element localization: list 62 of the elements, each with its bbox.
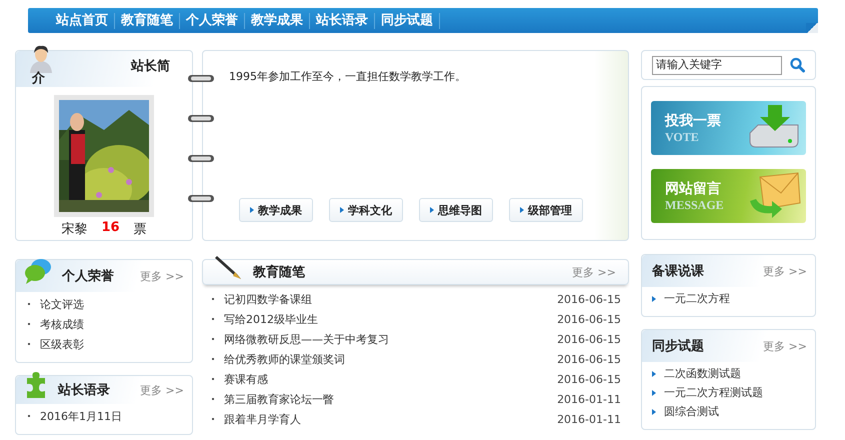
- binder-ring-icon: [187, 193, 215, 205]
- more-link[interactable]: 更多 >>: [140, 268, 184, 284]
- person-icon: [28, 45, 54, 73]
- list-link[interactable]: 一元二次方程: [664, 291, 730, 306]
- section-title: 备课说课: [652, 263, 704, 280]
- vote-unit: 票: [134, 221, 147, 238]
- nav-link[interactable]: 个人荣誉: [180, 12, 245, 28]
- section-title: 站长语录: [58, 382, 110, 399]
- bullet-icon: [652, 408, 656, 414]
- article-date: 2016-01-11: [557, 412, 621, 426]
- article-date: 2016-06-15: [557, 312, 621, 326]
- more-link[interactable]: 更多 >>: [140, 382, 184, 398]
- category-button[interactable]: 思维导图: [419, 198, 493, 222]
- chat-bubbles-icon: [24, 258, 52, 284]
- nav-link[interactable]: 站长语录: [310, 12, 375, 28]
- list-link[interactable]: 二次函数测试题: [664, 366, 741, 381]
- bullet-icon: [652, 370, 656, 376]
- section-title-tail: 介: [32, 70, 45, 87]
- article-link[interactable]: 记初四数学备课组: [224, 292, 312, 306]
- nav-link[interactable]: 站点首页: [50, 12, 115, 28]
- intro-text: 1995年参加工作至今，一直担任数学教学工作。: [229, 69, 467, 84]
- binder-ring-icon: [187, 153, 215, 165]
- list-link[interactable]: 2016年1月11日: [40, 408, 122, 424]
- puzzle-piece-icon: [24, 371, 48, 399]
- binder-ring-icon: [187, 73, 215, 85]
- article-link[interactable]: 第三届教育家论坛一瞥: [224, 392, 334, 406]
- article-date: 2016-06-15: [557, 332, 621, 346]
- article-link[interactable]: 跟着芈月学育人: [224, 412, 301, 426]
- vote-count: 16: [101, 220, 120, 237]
- article-link[interactable]: 赛课有感: [224, 372, 268, 386]
- section-title: 站长简: [131, 58, 170, 75]
- bullet-icon: [652, 296, 656, 302]
- category-button[interactable]: 教学成果: [239, 198, 313, 222]
- bullet-icon: [652, 390, 656, 396]
- page-curl-icon: [806, 23, 818, 33]
- nav-link[interactable]: 教育随笔: [115, 12, 180, 28]
- article-date: 2016-01-11: [557, 392, 621, 406]
- more-link[interactable]: 更多 >>: [763, 264, 807, 278]
- list-link[interactable]: 一元二次方程测试题: [664, 385, 763, 400]
- article-date: 2016-06-15: [557, 352, 621, 366]
- list-link[interactable]: 圆综合测试: [664, 404, 719, 419]
- nav-link[interactable]: 教学成果: [245, 12, 310, 28]
- list-link[interactable]: 区级表彰: [40, 336, 84, 352]
- nav-link[interactable]: 同步试题: [375, 12, 440, 28]
- section-title: 个人荣誉: [62, 268, 114, 285]
- search-field[interactable]: 请输入关键字: [652, 56, 782, 74]
- article-date: 2016-06-15: [557, 372, 621, 386]
- article-link[interactable]: 给优秀教师的课堂颁奖词: [224, 352, 345, 366]
- section-title: 教育随笔: [253, 264, 305, 281]
- category-button[interactable]: 级部管理: [509, 198, 583, 222]
- category-button[interactable]: 学科文化: [329, 198, 403, 222]
- article-link[interactable]: 网络微教研反思——关于中考复习: [224, 332, 389, 346]
- article-date: 2016-06-15: [557, 292, 621, 306]
- list-link[interactable]: 论文评选: [40, 296, 84, 312]
- binder-ring-icon: [187, 113, 215, 125]
- pen-icon: [215, 254, 243, 280]
- article-link[interactable]: 写给2012级毕业生: [224, 312, 318, 326]
- teacher-name: 宋黎: [61, 221, 88, 238]
- section-title: 同步试题: [652, 338, 704, 355]
- list-link[interactable]: 考核成绩: [40, 316, 84, 332]
- search-icon[interactable]: [790, 55, 805, 75]
- more-link[interactable]: 更多 >>: [763, 338, 807, 354]
